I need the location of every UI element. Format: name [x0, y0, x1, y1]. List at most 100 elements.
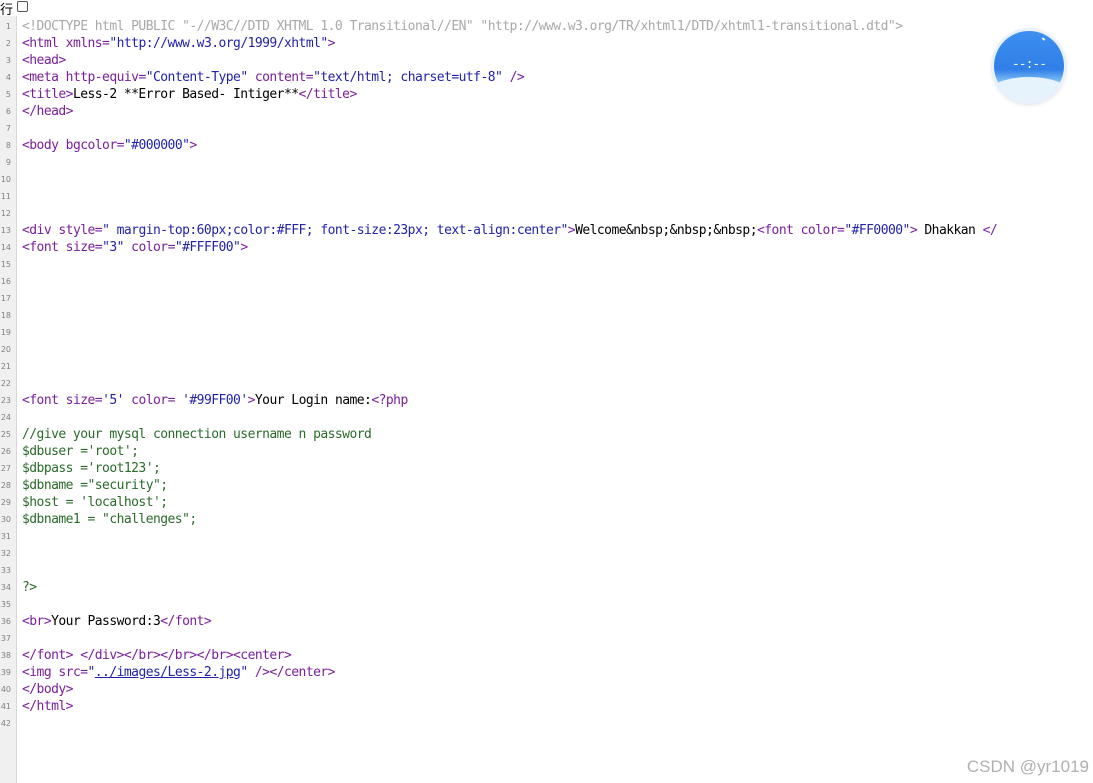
- code-token: $dbname1 = "challenges";: [22, 512, 197, 527]
- line-number: 31: [0, 532, 11, 541]
- code-text: $dbuser ='root';: [22, 443, 139, 460]
- code-token: "text/html; charset=utf-8": [313, 70, 503, 85]
- code-text: ?>: [22, 579, 37, 596]
- line-number: 39: [0, 668, 11, 677]
- code-text: <font size='5' color= '#99FF00'>Your Log…: [22, 392, 408, 409]
- code-line: 41 </html>: [0, 698, 1093, 715]
- code-token: bgcolor=: [65, 138, 125, 153]
- code-line: 37: [0, 630, 1093, 647]
- code-token: Dhakkan: [917, 223, 983, 238]
- code-line: 8 <body bgcolor="#000000">: [0, 137, 1093, 154]
- code-line: 14 <font size="3" color="#FFFF00">: [0, 239, 1093, 256]
- code-line: 2 <html xmlns="http://www.w3.org/1999/xht…: [0, 35, 1093, 52]
- code-token: " margin-top:60px;color:#FFF; font-size:…: [102, 223, 568, 238]
- code-token: "3": [102, 240, 124, 255]
- code-text: <head>: [22, 52, 66, 69]
- code-token: <?php: [371, 393, 408, 408]
- code-token: color=: [800, 223, 845, 238]
- code-line: 21: [0, 358, 1093, 375]
- code-text: <title>Less-2 **Error Based- Intiger**</…: [22, 86, 357, 103]
- line-number: 30: [0, 515, 11, 524]
- code-token: $dbuser ='root';: [22, 444, 139, 459]
- code-text: <br>Your Password:3</font>: [22, 613, 212, 630]
- line-number: 7: [5, 124, 11, 133]
- line-number: 35: [0, 600, 11, 609]
- code-line: 35: [0, 596, 1093, 613]
- code-text: <img src="../images/Less-2.jpg" /></cent…: [22, 664, 335, 681]
- line-number: 17: [0, 294, 11, 303]
- code-token: size=: [65, 393, 103, 408]
- code-token: //give your mysql connection username n …: [22, 427, 372, 442]
- code-token: </body>: [22, 682, 73, 697]
- code-line: 33: [0, 562, 1093, 579]
- code-line: 18: [0, 307, 1093, 324]
- line-number: 5: [5, 90, 11, 99]
- code-token: <html: [22, 36, 66, 51]
- code-line: 10: [0, 171, 1093, 188]
- watermark: CSDN @yr1019: [966, 757, 1089, 776]
- code-token: "#000000": [123, 138, 190, 153]
- line-number: 15: [0, 260, 11, 269]
- line-wrap-checkbox[interactable]: [17, 1, 28, 12]
- code-link[interactable]: ../images/Less-2.jpg: [95, 665, 241, 680]
- code-token: </html>: [22, 699, 73, 714]
- code-line: 12: [0, 205, 1093, 222]
- line-number: 8: [5, 141, 11, 150]
- floating-clock-widget[interactable]: --:--: [994, 31, 1064, 101]
- line-number: 3: [5, 56, 11, 65]
- code-line: 25 //give your mysql connection username …: [0, 426, 1093, 443]
- code-text: $dbname1 = "challenges";: [22, 511, 197, 528]
- code-line: 23 <font size='5' color= '#99FF00'>Your L…: [0, 392, 1093, 409]
- code-token: >: [189, 138, 197, 153]
- code-token: <div: [22, 223, 59, 238]
- line-number: 1: [5, 22, 11, 31]
- line-number: 37: [0, 634, 11, 643]
- line-number: 11: [0, 192, 11, 201]
- code-line: 24: [0, 409, 1093, 426]
- line-number: 26: [0, 447, 11, 456]
- view-toolbar: 行: [0, 0, 1093, 17]
- line-number: 33: [0, 566, 11, 575]
- code-line: 9: [0, 154, 1093, 171]
- line-number: 19: [0, 328, 11, 337]
- code-token: "http://www.w3.org/1999/xhtml": [109, 36, 328, 51]
- code-token: <meta: [22, 70, 66, 85]
- line-number: 18: [0, 311, 11, 320]
- code-token: ?>: [22, 580, 37, 595]
- code-line: 13 <div style=" margin-top:60px;color:#FF…: [0, 222, 1093, 239]
- line-number: 41: [0, 702, 11, 711]
- code-line: 38 </font> </div></br></br></br><center>: [0, 647, 1093, 664]
- line-number: 38: [0, 651, 11, 660]
- code-token: $dbname ="security";: [22, 478, 168, 493]
- line-number: 40: [0, 685, 11, 694]
- code-token: color=: [123, 240, 175, 255]
- wave-decoration: [994, 77, 1064, 101]
- code-text: <html xmlns="http://www.w3.org/1999/xhtm…: [22, 35, 336, 52]
- code-token: /></center>: [247, 665, 336, 680]
- code-line: 6 </head>: [0, 103, 1093, 120]
- code-token: http-equiv=: [65, 70, 147, 85]
- code-line: 30 $dbname1 = "challenges";: [0, 511, 1093, 528]
- code-token: ": [87, 665, 96, 680]
- code-token: <br>: [22, 614, 52, 629]
- code-token: </font> </div></br></br></br><center>: [22, 648, 292, 663]
- line-number: 36: [0, 617, 11, 626]
- line-number: 21: [0, 362, 11, 371]
- code-token: content=: [247, 70, 314, 85]
- line-number: 9: [5, 158, 11, 167]
- code-line: 32: [0, 545, 1093, 562]
- code-token: src=: [58, 665, 88, 680]
- code-line: 20: [0, 341, 1093, 358]
- code-token: </font>: [160, 614, 212, 629]
- clock-tick-icon: [1041, 37, 1046, 41]
- source-view: 1 <!DOCTYPE html PUBLIC "-//W3C//DTD XHTM…: [0, 18, 1093, 732]
- line-number: 42: [0, 719, 11, 728]
- code-token: '5': [102, 393, 124, 408]
- code-token: <body: [22, 138, 66, 153]
- line-number: 32: [0, 549, 11, 558]
- line-number: 14: [0, 243, 11, 252]
- line-number: 10: [0, 175, 11, 184]
- code-line: 26 $dbuser ='root';: [0, 443, 1093, 460]
- line-number: 20: [0, 345, 11, 354]
- code-token: Less-2 **Error Based- Intiger**: [72, 87, 299, 102]
